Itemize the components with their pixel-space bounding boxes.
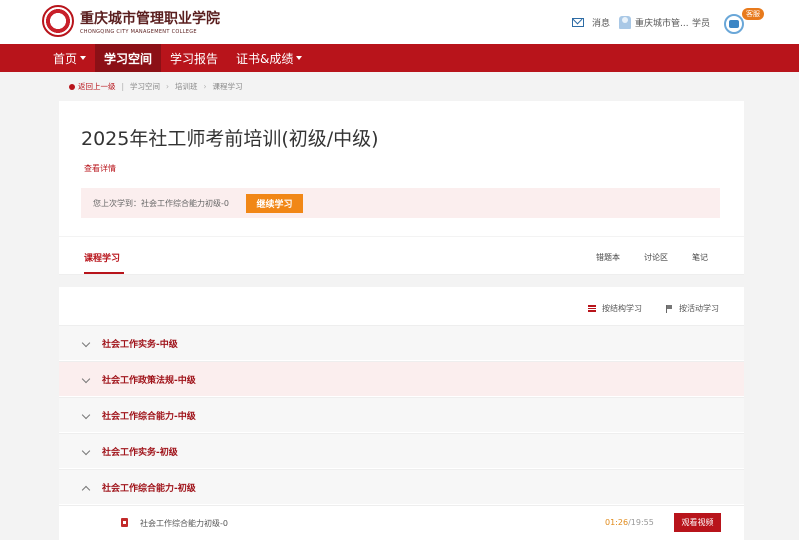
section-row[interactable]: 社会工作实务-初级	[59, 433, 744, 468]
course-content: 按结构学习 按活动学习 社会工作实务-中级 社会工作政策法规-中级 社会工作综合…	[59, 287, 744, 540]
resume-text: 您上次学到：社会工作综合能力初级-0	[93, 199, 229, 208]
view-details-link[interactable]: 查看详情	[84, 163, 116, 174]
tab-discussion[interactable]: 讨论区	[644, 252, 668, 263]
chevron-up-icon	[81, 485, 91, 495]
caret-down-icon	[296, 56, 303, 60]
section-row[interactable]: 社会工作实务-中级	[59, 325, 744, 360]
continue-learning-button[interactable]: 继续学习	[246, 194, 303, 213]
nav-learning-space[interactable]: 学习空间	[95, 44, 162, 72]
section-title: 社会工作政策法规-中级	[102, 376, 196, 386]
breadcrumb: 返回上一级 | 学习空间 › 培训班 › 课程学习	[69, 81, 243, 92]
chevron-down-icon	[81, 338, 91, 348]
user-icon	[619, 15, 631, 29]
course-title: 2025年社工师考前培训(初级/中级)	[81, 128, 379, 150]
lesson-name[interactable]: 社会工作综合能力初级-0	[140, 518, 228, 529]
nav-certificates[interactable]: 证书&成绩	[227, 44, 311, 72]
logo-english-name: CHONGQING CITY MANAGEMENT COLLEGE	[80, 28, 197, 35]
by-activity-toggle[interactable]: 按活动学习	[666, 303, 719, 314]
messages-link[interactable]: 消息	[572, 0, 610, 44]
tab-notes[interactable]: 笔记	[692, 252, 708, 263]
breadcrumb-item: 课程学习	[212, 82, 243, 91]
lesson-progress-time: 01:26/19:55	[605, 518, 654, 527]
section-title: 社会工作综合能力-初级	[102, 484, 196, 494]
college-seal-icon: 城	[42, 5, 74, 37]
course-card: 2025年社工师考前培训(初级/中级) 查看详情 您上次学到：社会工作综合能力初…	[59, 101, 744, 236]
college-logo[interactable]: 城 重庆城市管理职业学院 CHONGQING CITY MANAGEMENT C…	[42, 5, 220, 37]
section-row[interactable]: 社会工作综合能力-中级	[59, 397, 744, 432]
lesson-row: 社会工作综合能力初级-0 01:26/19:55 观看视频	[59, 505, 744, 540]
flag-icon	[666, 304, 673, 313]
nav-learning-report[interactable]: 学习报告	[161, 44, 227, 72]
logo-chinese-name: 重庆城市管理职业学院	[80, 10, 220, 27]
user-role: 学员	[692, 18, 711, 29]
support-avatar-icon[interactable]	[724, 14, 744, 34]
messages-label: 消息	[592, 18, 611, 29]
section-title: 社会工作综合能力-中级	[102, 412, 196, 422]
support-badge[interactable]: 客服	[742, 8, 764, 20]
site-header: 城 重庆城市管理职业学院 CHONGQING CITY MANAGEMENT C…	[0, 0, 799, 44]
course-tabs: 课程学习 错题本 讨论区 笔记	[59, 237, 744, 275]
section-row-expanded[interactable]: 社会工作综合能力-初级	[59, 469, 744, 504]
nav-home[interactable]: 首页	[44, 44, 95, 72]
resume-banner: 您上次学到：社会工作综合能力初级-0 继续学习	[81, 188, 720, 218]
section-title: 社会工作实务-初级	[102, 448, 178, 458]
watch-video-button[interactable]: 观看视频	[674, 513, 721, 532]
caret-down-icon	[80, 56, 87, 60]
chevron-down-icon	[81, 374, 91, 384]
chevron-down-icon	[81, 446, 91, 456]
user-name: 重庆城市管...	[635, 18, 689, 29]
by-structure-toggle[interactable]: 按结构学习	[588, 303, 642, 314]
back-icon	[69, 83, 75, 90]
section-row[interactable]: 社会工作政策法规-中级	[59, 361, 744, 396]
user-menu[interactable]: 重庆城市管...	[619, 0, 689, 44]
breadcrumb-item[interactable]: 培训班	[175, 81, 198, 92]
section-title: 社会工作实务-中级	[102, 340, 178, 350]
main-nav: 首页 学习空间 学习报告 证书&成绩	[0, 44, 799, 72]
chevron-down-icon	[81, 410, 91, 420]
document-icon	[121, 518, 128, 527]
back-link[interactable]: 返回上一级	[69, 81, 116, 92]
active-tab-indicator	[84, 272, 124, 274]
tab-course-learning[interactable]: 课程学习	[84, 251, 120, 264]
breadcrumb-item[interactable]: 学习空间	[130, 81, 160, 92]
list-icon	[588, 305, 596, 312]
tab-wrong-questions[interactable]: 错题本	[596, 252, 620, 263]
envelope-icon	[572, 17, 584, 27]
